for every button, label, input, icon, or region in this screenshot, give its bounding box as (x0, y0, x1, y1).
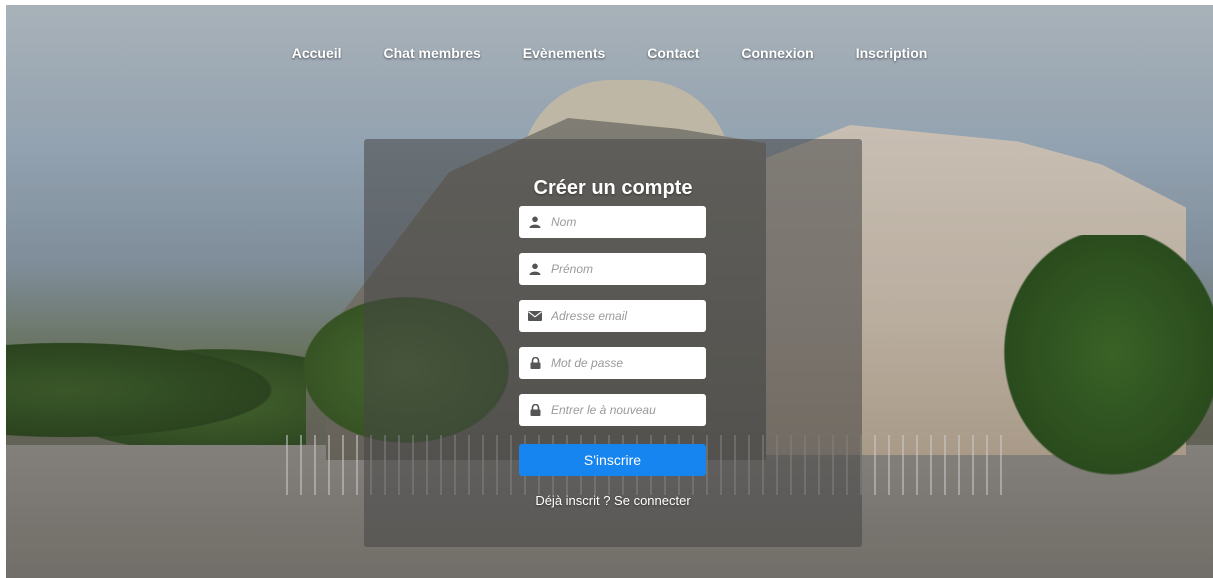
nav-item-connexion[interactable]: Connexion (720, 45, 834, 61)
user-icon (519, 253, 551, 285)
signup-title: Créer un compte (533, 177, 693, 199)
password-field[interactable] (519, 347, 706, 379)
lock-icon (519, 347, 551, 379)
email-field[interactable] (519, 300, 706, 332)
firstname-field[interactable] (519, 253, 706, 285)
signup-button[interactable]: S'inscrire (519, 444, 706, 476)
nav-item-evenements[interactable]: Evènements (502, 45, 626, 61)
nav-item-contact[interactable]: Contact (626, 45, 720, 61)
password-confirm-input[interactable] (551, 395, 701, 425)
lastname-input[interactable] (551, 207, 701, 237)
signup-panel: Créer un compte Nom Prénom Adresse email… (364, 139, 862, 547)
lock-icon (519, 394, 551, 426)
login-link[interactable]: Déjà inscrit ? Se connecter (364, 493, 862, 508)
main-nav: Accueil Chat membres Evènements Contact … (6, 45, 1213, 61)
envelope-icon (519, 300, 551, 332)
password-confirm-field[interactable] (519, 394, 706, 426)
background-photo: Accueil Chat membres Evènements Contact … (6, 5, 1213, 578)
password-input[interactable] (551, 348, 701, 378)
email-input[interactable] (551, 301, 701, 331)
lastname-field[interactable] (519, 206, 706, 238)
user-icon (519, 206, 551, 238)
firstname-input[interactable] (551, 254, 701, 284)
nav-item-accueil[interactable]: Accueil (271, 45, 363, 61)
nav-item-chat-membres[interactable]: Chat membres (363, 45, 502, 61)
nav-item-inscription[interactable]: Inscription (835, 45, 949, 61)
